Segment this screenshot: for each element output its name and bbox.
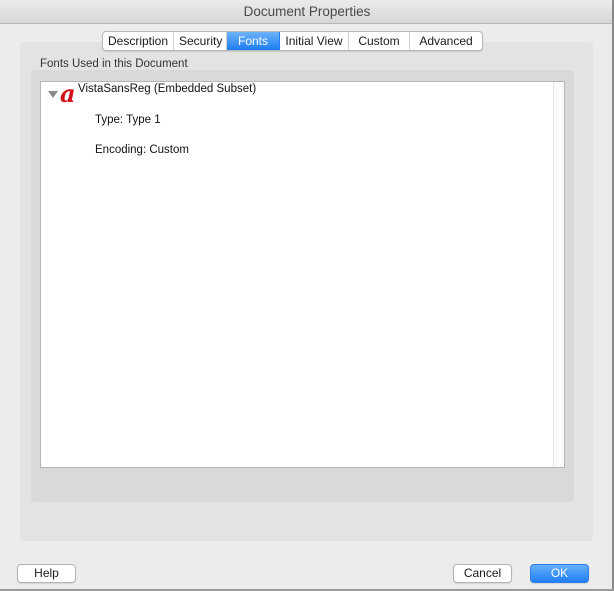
font-name: VistaSansReg (Embedded Subset) bbox=[78, 83, 257, 95]
ok-button[interactable]: OK bbox=[530, 564, 589, 583]
tab-advanced[interactable]: Advanced bbox=[410, 32, 482, 50]
disclosure-triangle-icon[interactable] bbox=[48, 91, 58, 98]
font-type1-icon: a bbox=[60, 79, 76, 108]
vertical-scrollbar[interactable] bbox=[553, 82, 564, 467]
tab-custom[interactable]: Custom bbox=[349, 32, 410, 50]
fonts-list[interactable]: a VistaSansReg (Embedded Subset) Type: T… bbox=[40, 81, 565, 468]
window-title: Document Properties bbox=[243, 4, 371, 19]
tab-security[interactable]: Security bbox=[174, 32, 227, 50]
font-type: Type: Type 1 bbox=[95, 114, 161, 126]
tab-initial-view[interactable]: Initial View bbox=[280, 32, 349, 50]
fonts-group-label: Fonts Used in this Document bbox=[40, 58, 188, 70]
tab-fonts[interactable]: Fonts bbox=[227, 32, 280, 50]
cancel-button[interactable]: Cancel bbox=[453, 564, 512, 583]
font-encoding: Encoding: Custom bbox=[95, 144, 189, 156]
tab-description[interactable]: Description bbox=[103, 32, 174, 50]
help-button[interactable]: Help bbox=[17, 564, 76, 583]
title-bar: Document Properties bbox=[0, 0, 614, 24]
tab-bar: Description Security Fonts Initial View … bbox=[102, 31, 483, 51]
